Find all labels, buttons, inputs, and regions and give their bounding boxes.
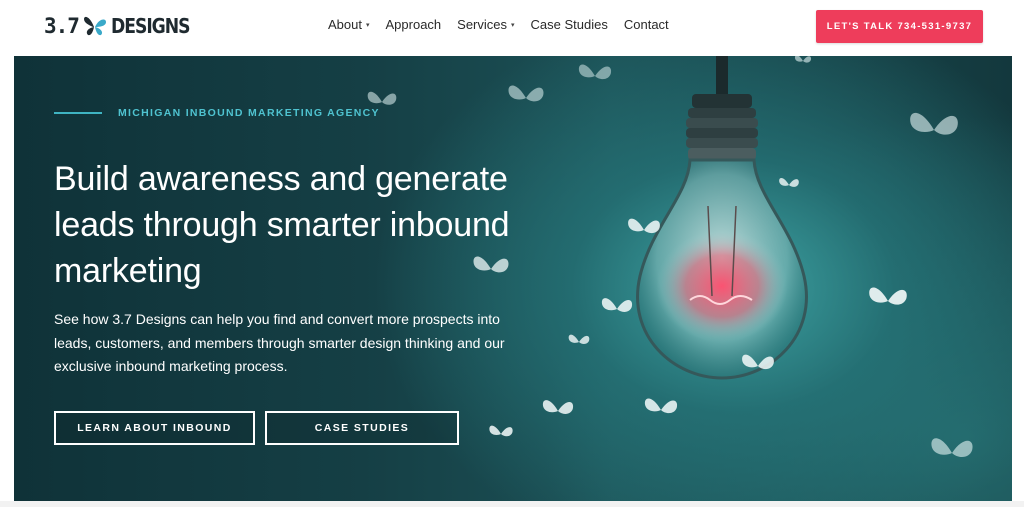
butterfly-icon: [644, 398, 678, 414]
butterfly-icon: [568, 334, 590, 345]
main-nav: About ▾ Approach Services ▾ Case Studies…: [328, 17, 685, 32]
butterfly-icon: [779, 177, 799, 187]
lets-talk-button[interactable]: LET'S TALK 734-531-9737: [816, 10, 983, 43]
nav-item-approach[interactable]: Approach: [386, 17, 442, 32]
butterfly-icon: [869, 287, 907, 305]
butterfly-icon: [489, 425, 513, 437]
page-divider: [0, 501, 1024, 507]
nav-item-about[interactable]: About ▾: [328, 17, 370, 32]
butterfly-icon: [628, 218, 660, 234]
butterfly-icon: [542, 400, 574, 414]
butterfly-icon: [601, 298, 633, 312]
hero-banner: MICHIGAN INBOUND MARKETING AGENCY Build …: [14, 56, 1012, 501]
nav-approach-label: Approach: [385, 17, 442, 32]
butterfly-icon: [508, 85, 544, 102]
butterfly-icon: [742, 354, 774, 370]
butterfly-icon: [794, 56, 812, 63]
nav-item-services[interactable]: Services ▾: [457, 17, 514, 32]
nav-item-case-studies[interactable]: Case Studies: [531, 17, 608, 32]
eyebrow-text: MICHIGAN INBOUND MARKETING AGENCY: [118, 107, 380, 119]
case-studies-button[interactable]: CASE STUDIES: [265, 411, 459, 445]
butterfly-icon: [83, 16, 106, 36]
site-header: 3.7 DESIGNS About ▾ Approach Services ▾ …: [0, 0, 1024, 55]
hero-body-text: See how 3.7 Designs can help you find an…: [54, 311, 505, 374]
butterfly-icon: [910, 112, 958, 135]
nav-about-label: About: [328, 17, 362, 32]
nav-case-studies-label: Case Studies: [530, 17, 608, 32]
nav-contact-label: Contact: [623, 17, 669, 32]
logo[interactable]: 3.7 DESIGNS: [44, 11, 202, 41]
nav-services-label: Services: [457, 17, 508, 32]
chevron-down-icon: ▾: [511, 21, 515, 29]
logo-wordmark: DESIGNS: [110, 14, 191, 38]
hero-headline: Build awareness and generate leads throu…: [54, 160, 510, 290]
butterfly-icon: [578, 64, 612, 80]
learn-about-inbound-button[interactable]: LEARN ABOUT INBOUND: [54, 411, 255, 445]
logo-number: 3.7: [44, 14, 80, 38]
butterfly-icon: [931, 438, 973, 458]
chevron-down-icon: ▾: [365, 21, 370, 29]
nav-item-contact[interactable]: Contact: [624, 17, 669, 32]
eyebrow-divider: [54, 112, 102, 114]
